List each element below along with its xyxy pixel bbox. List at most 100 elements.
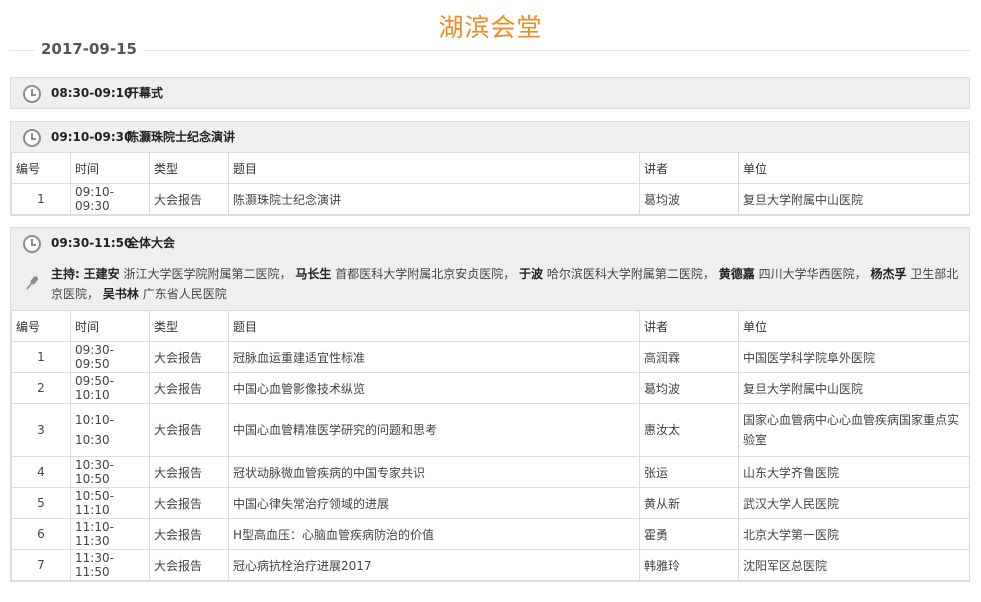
cell-no: 4 bbox=[11, 456, 71, 488]
cell-no: 3 bbox=[11, 403, 71, 457]
cell-speaker[interactable]: 张运 bbox=[639, 456, 739, 488]
cell-speaker[interactable]: 黄从新 bbox=[639, 487, 739, 519]
cell-topic[interactable]: 陈灏珠院士纪念演讲 bbox=[228, 183, 640, 215]
table-header-row: 编号 时间 类型 题目 讲者 单位 bbox=[11, 310, 970, 342]
cell-unit: 复旦大学附属中山医院 bbox=[738, 372, 970, 404]
date-label: 2017-09-15 bbox=[35, 40, 143, 58]
host-unit: 哈尔滨医科大学附属第二医院 bbox=[546, 267, 703, 281]
cell-speaker[interactable]: 葛均波 bbox=[639, 372, 739, 404]
column-header-time: 时间 bbox=[70, 152, 150, 184]
session-header[interactable]: 09:10-09:30 陈灏珠院士纪念演讲 bbox=[11, 122, 969, 152]
column-header-topic: 题目 bbox=[228, 310, 640, 342]
host-separator: ， bbox=[702, 267, 715, 281]
session-memorial: 09:10-09:30 陈灏珠院士纪念演讲 编号 时间 类型 题目 讲者 单位 … bbox=[10, 121, 970, 216]
cell-type: 大会报告 bbox=[149, 487, 229, 519]
cell-no: 1 bbox=[11, 183, 71, 215]
cell-time: 10:50-11:10 bbox=[70, 487, 150, 519]
cell-type: 大会报告 bbox=[149, 518, 229, 550]
cell-unit: 沈阳军区总医院 bbox=[738, 549, 970, 581]
host-separator: ， bbox=[279, 267, 292, 281]
cell-topic[interactable]: 冠状动脉微血管疾病的中国专家共识 bbox=[228, 456, 640, 488]
cell-no: 2 bbox=[11, 372, 71, 404]
cell-unit: 国家心血管病中心心血管疾病国家重点实验室 bbox=[738, 403, 970, 457]
cell-type: 大会报告 bbox=[149, 183, 229, 215]
cell-speaker[interactable]: 葛均波 bbox=[639, 183, 739, 215]
cell-topic[interactable]: 冠脉血运重建适宜性标准 bbox=[228, 341, 640, 373]
table-row: 1 09:30-09:50 大会报告 冠脉血运重建适宜性标准 高润霖 中国医学科… bbox=[11, 341, 970, 373]
schedule-table: 编号 时间 类型 题目 讲者 单位 1 09:30-09:50 大会报告 冠脉血… bbox=[11, 310, 970, 581]
host-unit: 浙江大学医学院附属第二医院 bbox=[123, 267, 280, 281]
cell-type: 大会报告 bbox=[149, 549, 229, 581]
table-row: 2 09:50-10:10 大会报告 中国心血管影像技术纵览 葛均波 复旦大学附… bbox=[11, 372, 970, 404]
column-header-type: 类型 bbox=[149, 310, 229, 342]
cell-time: 10:10-10:30 bbox=[70, 403, 150, 457]
session-plenary: 09:30-11:50 全体大会 主持: 王建安 浙江大学医学院附属第二医院， … bbox=[10, 227, 970, 582]
cell-topic[interactable]: 中国心血管影像技术纵览 bbox=[228, 372, 640, 404]
column-header-unit: 单位 bbox=[738, 310, 970, 342]
cell-unit: 武汉大学人民医院 bbox=[738, 487, 970, 519]
column-header-no: 编号 bbox=[11, 310, 71, 342]
host-name: 吴书林 bbox=[102, 287, 139, 301]
date-divider bbox=[10, 50, 970, 51]
date-header: 2017-09-15 bbox=[10, 38, 970, 62]
column-header-speaker: 讲者 bbox=[639, 152, 739, 184]
cell-type: 大会报告 bbox=[149, 456, 229, 488]
cell-time: 09:50-10:10 bbox=[70, 372, 150, 404]
session-header[interactable]: 08:30-09:10 开幕式 bbox=[11, 78, 969, 108]
cell-unit: 北京大学第一医院 bbox=[738, 518, 970, 550]
session-title: 全体大会 bbox=[127, 236, 176, 250]
column-header-topic: 题目 bbox=[228, 152, 640, 184]
table-row: 3 10:10-10:30 大会报告 中国心血管精准医学研究的问题和思考 惠汝太… bbox=[11, 403, 970, 457]
cell-speaker[interactable]: 高润霖 bbox=[639, 341, 739, 373]
cell-topic[interactable]: 中国心血管精准医学研究的问题和思考 bbox=[228, 403, 640, 457]
cell-time: 10:30-10:50 bbox=[70, 456, 150, 488]
cell-speaker[interactable]: 霍勇 bbox=[639, 518, 739, 550]
host-name: 黄德嘉 bbox=[718, 267, 755, 281]
cell-topic[interactable]: H型高血压：心脑血管疾病防治的价值 bbox=[228, 518, 640, 550]
table-row: 6 11:10-11:30 大会报告 H型高血压：心脑血管疾病防治的价值 霍勇 … bbox=[11, 518, 970, 550]
cell-unit: 复旦大学附属中山医院 bbox=[738, 183, 970, 215]
cell-topic[interactable]: 冠心病抗栓治疗进展2017 bbox=[228, 549, 640, 581]
host-name: 马长生 bbox=[295, 267, 332, 281]
host-separator: ， bbox=[503, 267, 516, 281]
cell-no: 1 bbox=[11, 341, 71, 373]
cell-speaker[interactable]: 韩雅玲 bbox=[639, 549, 739, 581]
cell-unit: 山东大学齐鲁医院 bbox=[738, 456, 970, 488]
session-title: 开幕式 bbox=[127, 86, 164, 100]
column-header-type: 类型 bbox=[149, 152, 229, 184]
cell-no: 6 bbox=[11, 518, 71, 550]
session-time: 09:10-09:30 bbox=[51, 130, 133, 144]
host-name: 王建安 bbox=[83, 267, 120, 281]
cell-type: 大会报告 bbox=[149, 372, 229, 404]
cell-unit: 中国医学科学院阜外医院 bbox=[738, 341, 970, 373]
clock-icon bbox=[23, 235, 41, 253]
session-time: 09:30-11:50 bbox=[51, 236, 133, 250]
host-unit: 广东省人民医院 bbox=[142, 287, 227, 301]
cell-topic[interactable]: 中国心律失常治疗领域的进展 bbox=[228, 487, 640, 519]
cell-time: 09:30-09:50 bbox=[70, 341, 150, 373]
table-row: 5 10:50-11:10 大会报告 中国心律失常治疗领域的进展 黄从新 武汉大… bbox=[11, 487, 970, 519]
host-unit: 首都医科大学附属北京安贞医院 bbox=[335, 267, 504, 281]
column-header-no: 编号 bbox=[11, 152, 71, 184]
table-row: 4 10:30-10:50 大会报告 冠状动脉微血管疾病的中国专家共识 张运 山… bbox=[11, 456, 970, 488]
host-separator: ， bbox=[854, 267, 867, 281]
table-row: 7 11:30-11:50 大会报告 冠心病抗栓治疗进展2017 韩雅玲 沈阳军… bbox=[11, 549, 970, 581]
table-header-row: 编号 时间 类型 题目 讲者 单位 bbox=[11, 152, 970, 184]
column-header-unit: 单位 bbox=[738, 152, 970, 184]
host-separator: ， bbox=[87, 287, 100, 301]
session-header[interactable]: 09:30-11:50 全体大会 bbox=[11, 228, 969, 258]
host-unit: 四川大学华西医院 bbox=[758, 267, 855, 281]
cell-type: 大会报告 bbox=[149, 341, 229, 373]
column-header-time: 时间 bbox=[70, 310, 150, 342]
microphone-icon bbox=[26, 276, 39, 290]
host-name: 于波 bbox=[519, 267, 544, 281]
clock-icon bbox=[23, 129, 41, 147]
schedule-table: 编号 时间 类型 题目 讲者 单位 1 09:10-09:30 大会报告 陈灏珠… bbox=[11, 152, 970, 215]
cell-speaker[interactable]: 惠汝太 bbox=[639, 403, 739, 457]
cell-no: 5 bbox=[11, 487, 71, 519]
session-title: 陈灏珠院士纪念演讲 bbox=[127, 130, 236, 144]
cell-type: 大会报告 bbox=[149, 403, 229, 457]
clock-icon bbox=[23, 85, 41, 103]
host-name: 杨杰孚 bbox=[870, 267, 907, 281]
cell-time: 11:10-11:30 bbox=[70, 518, 150, 550]
